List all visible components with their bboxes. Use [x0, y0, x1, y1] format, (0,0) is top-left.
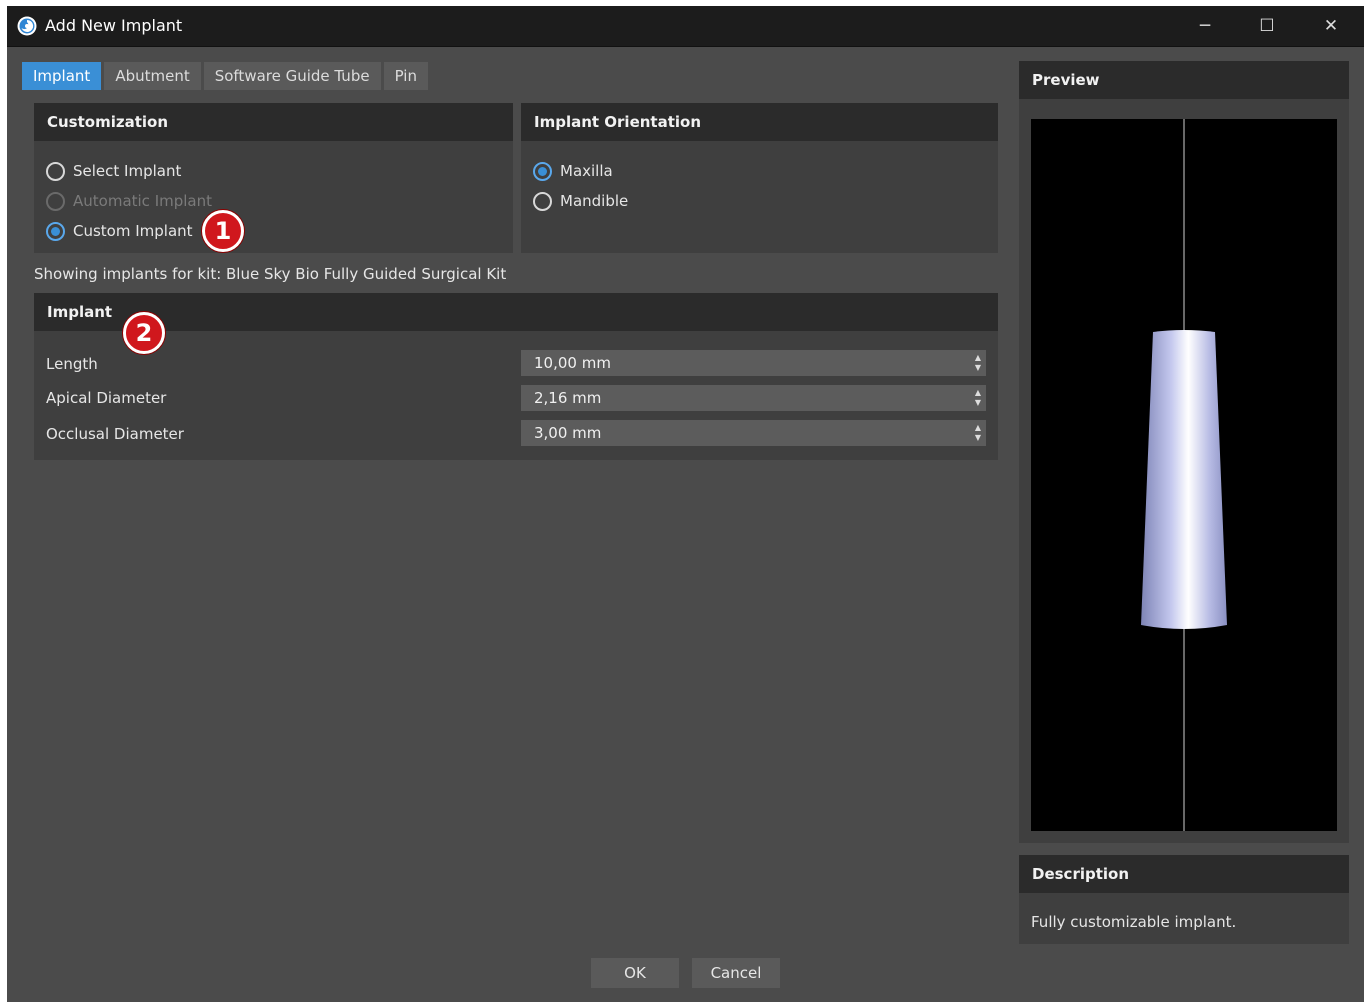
description-header: Description [1019, 855, 1349, 893]
implant-orientation-panel: Implant Orientation Maxilla Mandible [521, 103, 998, 253]
occlusal-diameter-value: 3,00 mm [534, 424, 602, 442]
radio-checked-icon [46, 221, 65, 241]
cancel-button[interactable]: Cancel [692, 958, 780, 988]
customization-header: Customization [34, 103, 513, 141]
ok-button[interactable]: OK [591, 958, 679, 988]
close-button[interactable]: ✕ [1301, 6, 1361, 46]
occlusal-diameter-label: Occlusal Diameter [46, 425, 184, 443]
radio-label: Select Implant [73, 162, 182, 180]
kit-info-text: Showing implants for kit: Blue Sky Bio F… [34, 265, 507, 283]
radio-checked-icon [533, 161, 552, 181]
implant-3d-preview [1141, 119, 1227, 831]
description-text: Fully customizable implant. [1031, 913, 1237, 931]
radio-custom-implant[interactable]: Custom Implant [46, 219, 193, 243]
radio-automatic-implant: Automatic Implant [46, 189, 212, 213]
preview-panel: Preview [1019, 61, 1349, 843]
implant-model [1141, 330, 1227, 629]
radio-circle-icon [46, 161, 65, 181]
window-title: Add New Implant [45, 16, 183, 35]
minimize-button[interactable]: ─ [1175, 6, 1235, 46]
spin-arrows-icon[interactable]: ▲ ▼ [973, 353, 983, 373]
callout-badge-1: 1 [202, 210, 244, 252]
length-label: Length [46, 355, 98, 373]
radio-mandible[interactable]: Mandible [533, 189, 628, 213]
radio-label: Custom Implant [73, 222, 193, 240]
tab-abutment[interactable]: Abutment [104, 62, 201, 90]
implant-header: Implant [34, 293, 998, 331]
implant-parameters-panel: Implant Length 10,00 mm ▲ ▼ Apical Diamet… [34, 293, 998, 460]
maximize-button[interactable]: ☐ [1237, 6, 1297, 46]
radio-maxilla[interactable]: Maxilla [533, 159, 613, 183]
length-spinbox[interactable]: 10,00 mm ▲ ▼ [521, 350, 986, 376]
apical-diameter-spinbox[interactable]: 2,16 mm ▲ ▼ [521, 385, 986, 411]
tab-pin[interactable]: Pin [383, 62, 428, 90]
tab-implant[interactable]: Implant [22, 62, 102, 90]
callout-badge-2: 2 [123, 312, 165, 354]
description-panel: Description Fully customizable implant. [1019, 855, 1349, 944]
title-bar: Add New Implant ─ ☐ ✕ [7, 6, 1364, 47]
app-logo-icon [17, 16, 37, 36]
radio-label: Automatic Implant [73, 192, 212, 210]
apical-diameter-label: Apical Diameter [46, 389, 167, 407]
orientation-header: Implant Orientation [521, 103, 998, 141]
spin-arrows-icon[interactable]: ▲ ▼ [973, 423, 983, 443]
radio-select-implant[interactable]: Select Implant [46, 159, 181, 183]
tab-software-guide-tube[interactable]: Software Guide Tube [203, 62, 381, 90]
preview-viewport[interactable] [1031, 119, 1337, 831]
apical-diameter-value: 2,16 mm [534, 389, 602, 407]
radio-circle-icon [46, 191, 65, 211]
tab-bar: Implant Abutment Software Guide Tube Pin [22, 62, 431, 90]
occlusal-diameter-spinbox[interactable]: 3,00 mm ▲ ▼ [521, 420, 986, 446]
customization-panel: Customization Select Implant Automatic I… [34, 103, 513, 253]
length-value: 10,00 mm [534, 354, 611, 372]
preview-header: Preview [1019, 61, 1349, 99]
radio-label: Mandible [560, 192, 629, 210]
radio-circle-icon [533, 191, 552, 211]
radio-label: Maxilla [560, 162, 613, 180]
add-new-implant-dialog: Add New Implant ─ ☐ ✕ Implant Abutment S… [7, 6, 1364, 1002]
spin-arrows-icon[interactable]: ▲ ▼ [973, 388, 983, 408]
